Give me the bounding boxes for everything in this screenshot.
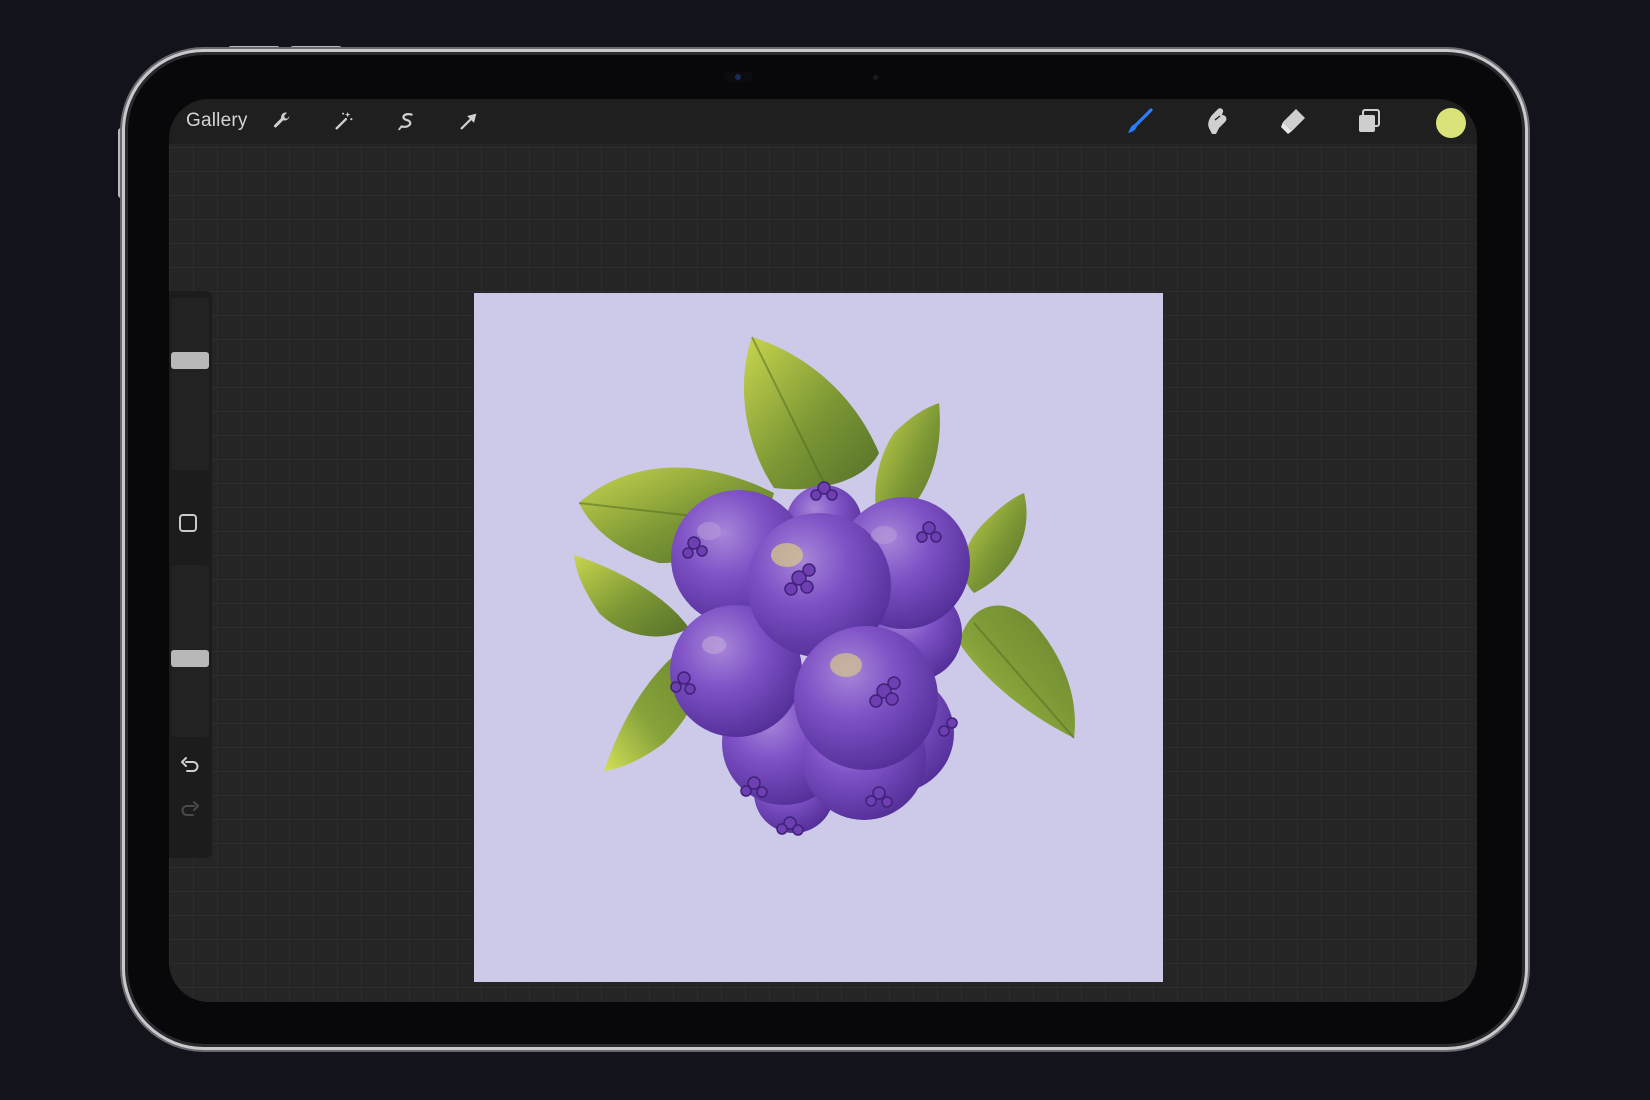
left-sidebar [169, 291, 212, 858]
brush-icon[interactable] [1123, 104, 1157, 138]
selection-s-icon[interactable] [390, 104, 424, 138]
square-icon[interactable] [179, 514, 197, 532]
front-camera [723, 72, 753, 82]
blueberry-artwork [474, 293, 1163, 982]
gallery-button[interactable]: Gallery [186, 110, 248, 132]
procreate-screen: Gallery [169, 99, 1477, 1002]
eraser-icon[interactable] [1276, 104, 1310, 138]
undo-icon[interactable] [178, 753, 202, 777]
color-picker-button[interactable] [1436, 108, 1466, 138]
brush-size-slider[interactable] [171, 298, 209, 470]
layers-icon[interactable] [1352, 104, 1386, 138]
smudge-finger-icon[interactable] [1200, 104, 1234, 138]
top-toolbar: Gallery [169, 99, 1477, 144]
wrench-icon[interactable] [265, 104, 299, 138]
magic-wand-icon[interactable] [327, 104, 361, 138]
tablet-frame: Gallery [122, 49, 1528, 1050]
redo-icon[interactable] [178, 797, 202, 821]
brush-size-slider-thumb[interactable] [171, 352, 209, 370]
arrow-cursor-icon[interactable] [452, 104, 486, 138]
opacity-slider-thumb[interactable] [171, 650, 209, 668]
drawing-canvas[interactable] [474, 293, 1163, 982]
light-sensor [873, 75, 878, 80]
